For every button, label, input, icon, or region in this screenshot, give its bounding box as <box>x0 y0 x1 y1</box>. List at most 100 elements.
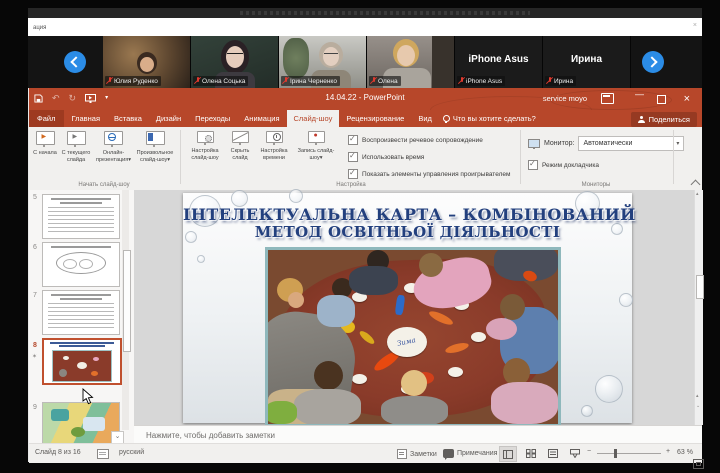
bubble-decoration <box>197 255 205 263</box>
notes-placeholder: Нажмите, чтобы добавить заметки <box>146 431 275 440</box>
slide-sorter-view-button[interactable] <box>523 446 539 460</box>
participant-video[interactable]: Олена <box>367 36 455 88</box>
close-icon[interactable]: × <box>693 22 697 29</box>
participant-video[interactable]: Юлия Руденко <box>103 36 191 88</box>
checkbox-checked-icon <box>528 160 538 170</box>
photo-child-body <box>349 266 398 296</box>
slide-thumbnail-panel: 5 6 7 8 ✶ <box>29 190 135 443</box>
tab-view[interactable]: Вид <box>411 110 439 127</box>
slide-thumbnail-8-selected[interactable] <box>42 338 122 385</box>
from-current-slide-button[interactable]: ▶ С текущего слайда <box>60 131 92 164</box>
use-timings-checkbox[interactable]: Использовать время <box>348 152 424 162</box>
participant-face <box>140 57 154 72</box>
present-online-button[interactable]: Онлайн-презентация▾ <box>95 131 132 164</box>
slide-counter: Слайд 8 из 16 <box>35 449 81 456</box>
next-participants-button[interactable] <box>642 51 664 73</box>
tab-slideshow[interactable]: Слайд-шоу <box>287 110 340 127</box>
slide-area-scrollbar[interactable]: ▴ ▴ ⌄ <box>694 190 703 425</box>
record-slideshow-button[interactable]: ● Запись слайд-шоу▾ <box>294 131 338 162</box>
group-label-start-slideshow: Начать слайд-шоу <box>32 182 176 188</box>
close-button[interactable]: × <box>684 93 690 105</box>
screen: ация × Юлия Руденко Олена Соцька <box>0 0 720 473</box>
tab-review[interactable]: Рецензирование <box>339 110 411 127</box>
scroll-up-icon[interactable]: ▴ <box>696 192 699 197</box>
background-window-text-blur <box>240 11 530 15</box>
rehearse-timings-button[interactable]: Настройка времени <box>256 131 292 162</box>
thumbnail-scrollbar[interactable] <box>122 190 129 430</box>
from-beginning-button[interactable]: ▶ С начала <box>32 131 58 157</box>
bubble-decoration <box>619 293 633 307</box>
zoom-out-button[interactable]: − <box>587 448 591 455</box>
participant-video[interactable]: iPhone Asus iPhone Asus <box>455 36 543 88</box>
notes-toggle-button[interactable]: Заметки <box>397 449 437 459</box>
slide-title: ІНТЕЛЕКТУАЛЬНА КАРТА – КОМБІНОВАНИЙ МЕТО… <box>183 206 632 241</box>
zoom-slider-knob[interactable] <box>614 449 617 458</box>
previous-slide-icon[interactable]: ▴ <box>696 394 699 399</box>
powerpoint-titlebar: ↶ ↻ ▾ 14.04.22 - PowerPoint service moyo… <box>28 88 702 110</box>
participant-name-label: Ірина Черненко <box>281 76 340 86</box>
comments-toggle-button[interactable]: Примечания <box>443 449 497 458</box>
scrollbar-thumb[interactable] <box>123 250 131 352</box>
participant-glasses <box>227 53 243 57</box>
reading-view-button[interactable] <box>545 446 561 460</box>
slide-thumbnail-7[interactable] <box>42 290 120 335</box>
participant-video[interactable]: Ирина Ирина <box>543 36 631 88</box>
tab-insert[interactable]: Вставка <box>107 110 149 127</box>
tab-animations[interactable]: Анимация <box>237 110 286 127</box>
setup-show-icon <box>197 131 214 143</box>
presenter-view-checkbox[interactable]: Режим докладчика <box>528 160 599 170</box>
tab-transitions[interactable]: Переходы <box>188 110 237 127</box>
scrollbar-thumb[interactable] <box>696 275 704 299</box>
tab-design[interactable]: Дизайн <box>149 110 188 127</box>
slide-number: 9 <box>33 404 37 411</box>
mic-muted-icon <box>547 77 552 85</box>
fit-slide-to-window-button[interactable] <box>693 459 704 469</box>
photo-child-body <box>491 382 558 424</box>
next-slide-icon[interactable]: ⌄ <box>696 404 700 409</box>
slideshow-view-button[interactable] <box>567 446 583 460</box>
checkbox-checked-icon <box>348 152 358 162</box>
custom-show-icon <box>146 131 165 145</box>
ribbon: ▶ С начала ▶ С текущего слайда Онлайн-пр… <box>28 127 702 191</box>
tab-home[interactable]: Главная <box>64 110 107 127</box>
zoom-slider[interactable] <box>597 453 661 454</box>
group-separator <box>180 130 181 184</box>
spellcheck-icon[interactable] <box>97 449 109 459</box>
zoom-in-button[interactable]: + <box>666 448 670 455</box>
slide-thumbnail-6[interactable] <box>42 242 120 287</box>
person-icon <box>638 116 645 123</box>
tell-me-box[interactable]: Что вы хотите сделать? <box>439 110 542 127</box>
photo-center-node: Зима <box>387 327 427 357</box>
tab-file[interactable]: Файл <box>28 110 64 127</box>
restore-button[interactable] <box>657 95 666 106</box>
language-indicator[interactable]: русский <box>119 449 144 456</box>
background-shelf <box>432 36 454 88</box>
photo-child-body <box>381 396 448 426</box>
mic-muted-icon <box>371 77 376 85</box>
zoom-window-title: ация <box>33 25 46 31</box>
slide-thumbnail-9[interactable] <box>42 402 120 443</box>
zoom-level[interactable]: 63 % <box>677 449 693 456</box>
minimize-button[interactable]: — <box>635 89 644 99</box>
normal-view-button[interactable] <box>499 446 517 462</box>
participant-video[interactable]: Ірина Черненко <box>279 36 367 88</box>
hide-slide-button[interactable]: Скрыть слайд <box>226 131 254 162</box>
slide-thumbnail-5[interactable] <box>42 194 120 239</box>
slide-photo[interactable]: Зима <box>265 247 561 427</box>
account-name[interactable]: service moyo <box>543 94 587 103</box>
hide-slide-icon <box>232 131 249 143</box>
background-window-strip <box>28 8 702 18</box>
play-narrations-checkbox[interactable]: Воспроизвести речевое сопровождение <box>348 135 483 145</box>
ribbon-display-options-icon[interactable] <box>601 93 614 104</box>
custom-slideshow-button[interactable]: Произвольное слайд-шоу▾ <box>134 131 176 164</box>
group-label-setup: Настройка <box>186 182 516 188</box>
previous-participants-button[interactable] <box>64 51 86 73</box>
show-media-controls-checkbox[interactable]: Показать элементы управления проигрывате… <box>348 169 510 179</box>
monitor-dropdown[interactable]: Автоматически ▾ <box>578 136 684 151</box>
share-button[interactable]: Поделиться <box>631 112 697 127</box>
participant-video[interactable]: Олена Соцька <box>191 36 279 88</box>
setup-slideshow-button[interactable]: Настройка слайд-шоу <box>186 131 224 162</box>
participant-glasses <box>324 53 338 57</box>
checkbox-checked-icon <box>348 169 358 179</box>
notes-pane[interactable]: Нажмите, чтобы добавить заметки <box>134 425 702 444</box>
